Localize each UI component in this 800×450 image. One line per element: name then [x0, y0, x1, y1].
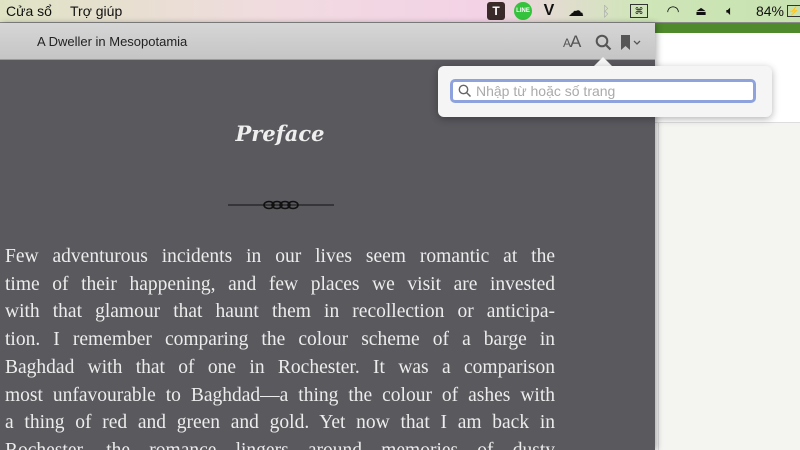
keyboard-icon[interactable]: ⌘ [630, 4, 648, 18]
chapter-heading: Preface [235, 121, 325, 146]
bluetooth-icon[interactable]: ᛒ [600, 2, 612, 20]
volume-icon[interactable]: 🔈︎ [720, 2, 740, 20]
text-line: with that glamour that haunt them in rec… [5, 301, 555, 323]
text-line: time of their happening, and few places … [5, 273, 555, 295]
text-line: Rochester, the romance lingers around me… [5, 437, 555, 450]
text-line: Baghdad with that of one in Rochester. I… [5, 356, 555, 378]
menu-help[interactable]: Trợ giúp [70, 3, 122, 19]
wifi-icon[interactable]: ◠ [663, 2, 683, 20]
menu-bar: Cửa sổ Trợ giúp T LINE V ☁ ᛒ ⌘ ◠ ⏏ 🔈︎ 84… [0, 0, 800, 23]
menu-window[interactable]: Cửa sổ [6, 3, 52, 19]
text-line: tion. I remember comparing the colour sc… [5, 329, 555, 351]
book-text: Few adventurous incidents in our lives s… [5, 243, 555, 450]
line-icon[interactable]: LINE [514, 2, 532, 20]
text-line: Few adventurous incidents in our lives s… [5, 246, 555, 267]
bookmark-icon[interactable] [620, 35, 642, 55]
search-icon[interactable] [595, 34, 612, 56]
battery-percent: 84% [755, 3, 785, 19]
book-title: A Dweller in Mesopotamia [37, 34, 188, 49]
search-field[interactable] [450, 79, 756, 103]
search-popover [438, 66, 772, 117]
search-input[interactable] [476, 83, 746, 99]
battery-icon[interactable]: ⚡ [787, 5, 800, 17]
font-size-button[interactable]: AA [563, 32, 581, 52]
text-line: a thing of red and green and gold. Yet n… [5, 412, 555, 434]
eject-icon[interactable]: ⏏ [694, 2, 708, 20]
search-icon [458, 84, 472, 98]
title-bar: A Dweller in Mesopotamia AA [0, 23, 655, 60]
v-app-icon[interactable]: V [542, 2, 556, 20]
creative-cloud-icon[interactable]: ☁ [566, 2, 586, 20]
text-line: most unfavourable to Baghdad—a thing the… [5, 384, 555, 406]
t-app-icon[interactable]: T [487, 2, 505, 20]
ornament-divider [228, 198, 334, 217]
